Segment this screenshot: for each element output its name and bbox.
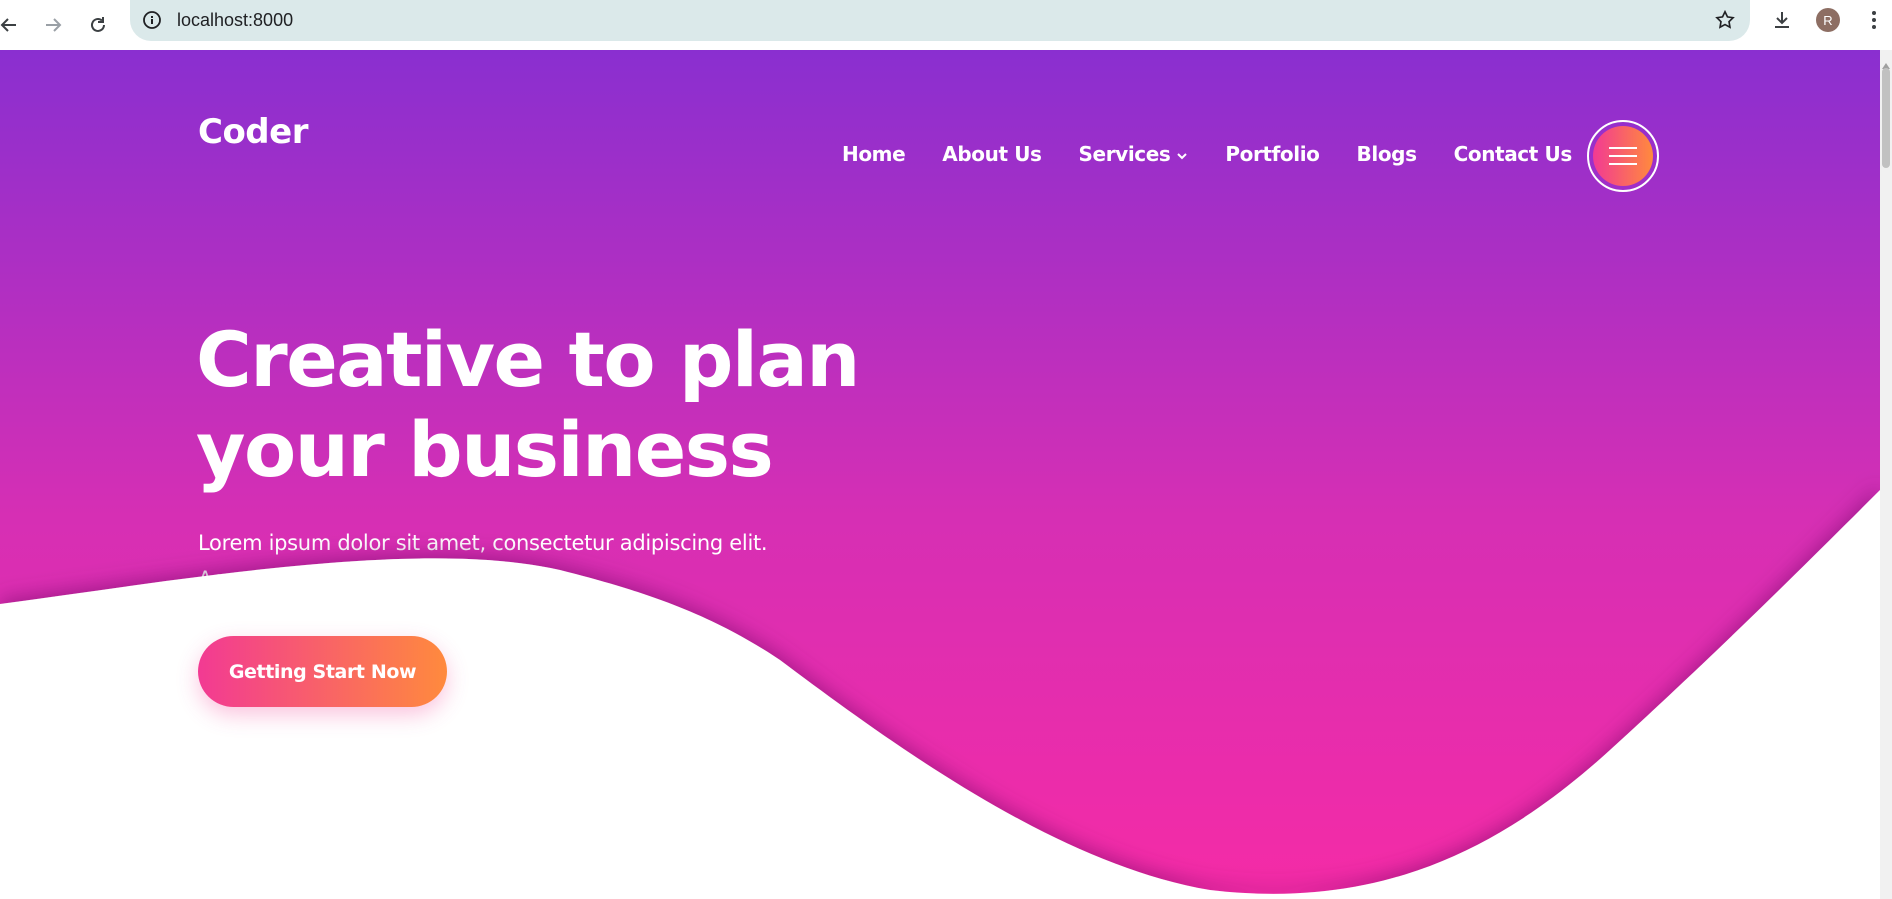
back-arrow-icon[interactable] — [0, 8, 26, 42]
url-text[interactable]: localhost:8000 — [177, 10, 293, 31]
scrollbar-thumb[interactable] — [1882, 68, 1890, 168]
nav-portfolio[interactable]: Portfolio — [1225, 142, 1320, 166]
nav-blogs[interactable]: Blogs — [1357, 142, 1417, 166]
browser-toolbar: localhost:8000 R — [0, 0, 1892, 50]
nav-about[interactable]: About Us — [942, 142, 1042, 166]
nav-services[interactable]: Services — [1079, 142, 1189, 166]
hero-title-line2: your business — [196, 405, 774, 494]
hamburger-icon — [1593, 126, 1653, 186]
page-viewport: Coder Home About Us Services Portfolio B… — [0, 50, 1880, 899]
nav-services-label: Services — [1078, 142, 1171, 166]
nav-contact[interactable]: Contact Us — [1454, 142, 1573, 166]
chevron-down-icon — [1176, 142, 1188, 166]
forward-arrow-icon[interactable] — [36, 8, 70, 42]
nav-home[interactable]: Home — [842, 142, 906, 166]
reload-icon[interactable] — [81, 8, 115, 42]
page-scrollbar[interactable] — [1880, 50, 1892, 899]
nav-about-label: About Us — [942, 142, 1042, 166]
bookmark-star-icon[interactable] — [1714, 9, 1736, 35]
menu-toggle-button[interactable] — [1587, 120, 1659, 192]
address-bar[interactable]: localhost:8000 — [130, 0, 1750, 41]
hero-title-line1: Creative to plan — [196, 315, 860, 404]
download-icon[interactable] — [1770, 8, 1794, 36]
main-nav: Home About Us Services Portfolio Blogs C… — [842, 142, 1572, 166]
site-info-icon[interactable] — [142, 10, 162, 34]
hero-title: Creative to plan your business — [196, 315, 956, 495]
kebab-menu-icon[interactable] — [1862, 7, 1886, 37]
hero-lede: Lorem ipsum dolor sit amet, consectetur … — [198, 531, 768, 585]
brand-logo[interactable]: Coder — [198, 112, 308, 152]
profile-avatar[interactable]: R — [1816, 8, 1840, 32]
get-started-button[interactable]: Getting Start Now — [198, 636, 447, 707]
